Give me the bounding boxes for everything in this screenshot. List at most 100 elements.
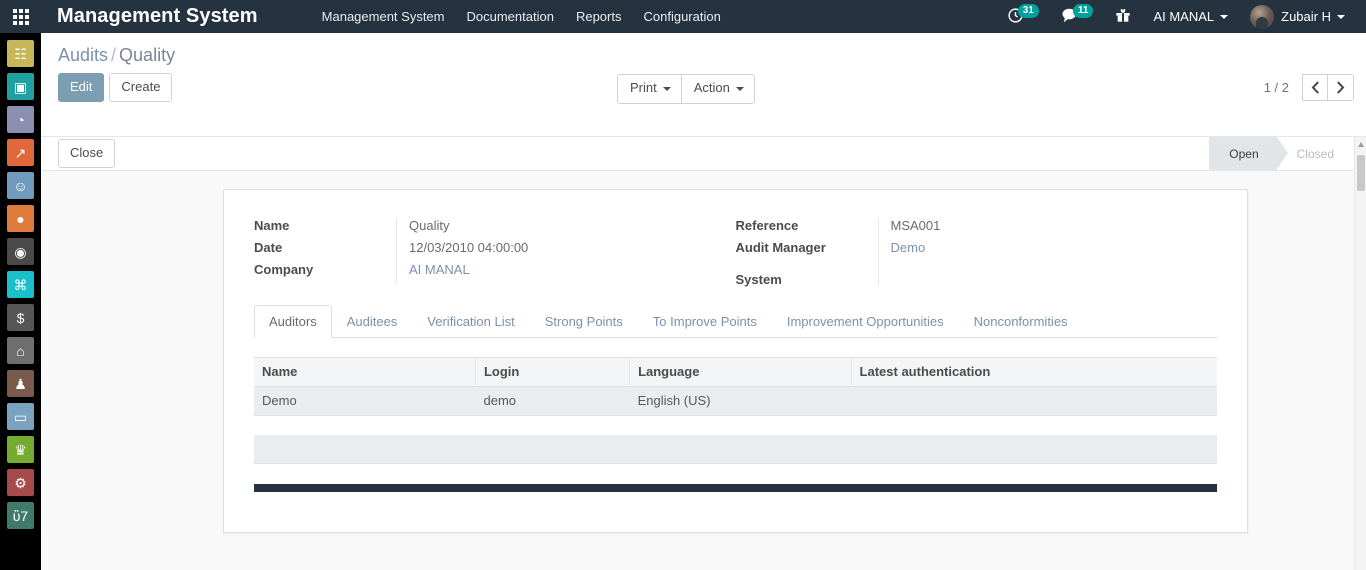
- field-date-label: Date: [254, 240, 283, 255]
- reporting-app-icon[interactable]: ↗: [7, 139, 34, 166]
- form-sheet: Name Quality Date 12/03/2010 04:00:00 Co…: [223, 189, 1248, 533]
- tab-verification-list[interactable]: Verification List: [412, 305, 529, 338]
- record-buttons: Edit Create: [58, 72, 173, 103]
- cell-empty[interactable]: [254, 435, 1217, 464]
- scroll-up-arrow-icon[interactable]: [1358, 142, 1364, 147]
- maintenance-app-icon[interactable]: ⚙: [7, 469, 34, 496]
- avatar: [1250, 4, 1275, 29]
- vertical-scrollbar[interactable]: [1354, 137, 1366, 570]
- status-stage-open[interactable]: Open: [1209, 137, 1289, 170]
- table-header-row: Name Login Language Latest authenticatio…: [254, 357, 1217, 387]
- top-navigation-bar: Management System Management System Docu…: [41, 0, 1366, 33]
- menu-item-configuration[interactable]: Configuration: [632, 2, 731, 31]
- recruitment-app-icon[interactable]: ♟: [7, 370, 34, 397]
- auditors-table-body: Demo demo English (US): [254, 386, 1217, 416]
- record-pager: 1 / 2: [1264, 74, 1354, 101]
- breadcrumb-separator: /: [111, 45, 117, 65]
- notes-app-icon[interactable]: ◉: [7, 238, 34, 265]
- close-button[interactable]: Close: [58, 138, 116, 169]
- fleet-app-icon[interactable]: ♛: [7, 436, 34, 463]
- field-company-value[interactable]: AI MANAL: [396, 262, 712, 284]
- discuss-app-icon[interactable]: ◔: [7, 106, 34, 133]
- menu-item-management-system[interactable]: Management System: [311, 2, 456, 31]
- auditors-table: Name Login Language Latest authenticatio…: [254, 357, 1217, 416]
- tab-nonconformities[interactable]: Nonconformities: [959, 305, 1083, 338]
- column-header-login[interactable]: Login: [474, 357, 630, 387]
- repair-app-icon[interactable]: ὒ7: [7, 502, 34, 529]
- status-bar: Open Closed: [1209, 137, 1352, 170]
- tab-strong-points[interactable]: Strong Points: [530, 305, 638, 338]
- app-brand-title[interactable]: Management System: [41, 5, 272, 28]
- cell-login[interactable]: demo: [475, 386, 630, 416]
- notebook: Auditors Auditees Verification List Stro…: [254, 305, 1217, 338]
- column-header-latest-authentication[interactable]: Latest authentication: [850, 357, 1217, 387]
- table-spacer: [254, 416, 1217, 435]
- glyph: ♟: [14, 375, 27, 392]
- create-button[interactable]: Create: [109, 72, 173, 103]
- breadcrumb: Audits / Quality: [41, 33, 1366, 66]
- quality-app-icon[interactable]: ⌘: [7, 271, 34, 298]
- pos-app-icon[interactable]: ⌂: [7, 337, 34, 364]
- pager-next-button[interactable]: [1328, 74, 1354, 101]
- table-row[interactable]: [254, 435, 1217, 464]
- field-audit-manager-value[interactable]: Demo: [877, 240, 1194, 262]
- chevron-left-icon: [1311, 81, 1319, 94]
- column-header-name[interactable]: Name: [254, 357, 476, 387]
- messages-menu[interactable]: 11: [1050, 3, 1105, 27]
- page-content: Audits / Quality Edit Create Print Action …: [41, 33, 1366, 570]
- accounting-app-icon[interactable]: ▭: [7, 403, 34, 430]
- cell-latest-authentication[interactable]: [851, 386, 1217, 416]
- contacts-app-icon[interactable]: ▣: [7, 73, 34, 100]
- field-system-value[interactable]: [877, 262, 1194, 284]
- helpdesk-app-icon[interactable]: ●: [7, 205, 34, 232]
- action-dropdown[interactable]: Action: [680, 74, 755, 104]
- company-switcher[interactable]: AI MANAL: [1142, 9, 1239, 24]
- auditors-table-head: Name Login Language Latest authenticatio…: [254, 357, 1217, 387]
- tab-to-improve-points[interactable]: To Improve Points: [638, 305, 772, 338]
- glyph: ☷: [14, 45, 27, 62]
- activities-menu[interactable]: 31: [996, 3, 1050, 27]
- print-dropdown[interactable]: Print: [617, 74, 682, 104]
- gift-menu[interactable]: [1104, 7, 1142, 26]
- glyph: ⌘: [13, 276, 28, 293]
- edit-button[interactable]: Edit: [58, 72, 105, 103]
- field-name-value[interactable]: Quality: [396, 218, 712, 240]
- form-status-row: Close Open Closed: [41, 137, 1366, 171]
- column-header-language[interactable]: Language: [629, 357, 852, 387]
- chevron-down-icon: [735, 86, 744, 91]
- menu-item-documentation[interactable]: Documentation: [456, 2, 565, 31]
- form-column-left: Name Quality Date 12/03/2010 04:00:00 Co…: [254, 218, 736, 284]
- breadcrumb-root[interactable]: Audits: [58, 45, 108, 65]
- cell-language[interactable]: English (US): [629, 386, 852, 416]
- tab-improvement-opportunities[interactable]: Improvement Opportunities: [772, 305, 959, 338]
- user-name-label: Zubair H: [1281, 9, 1331, 24]
- apps-grid-icon: [12, 8, 29, 25]
- main-menu: Management System Documentation Reports …: [311, 2, 732, 31]
- menu-item-reports[interactable]: Reports: [565, 2, 633, 31]
- employees-app-icon[interactable]: ☺: [7, 172, 34, 199]
- tab-auditors[interactable]: Auditors: [254, 305, 332, 338]
- pager-count: 1 / 2: [1263, 80, 1289, 95]
- glyph: $: [16, 309, 25, 326]
- tab-auditees[interactable]: Auditees: [332, 305, 413, 338]
- auditors-empty-rows: [254, 435, 1217, 464]
- chevron-down-icon: [1220, 14, 1229, 19]
- cell-name[interactable]: Demo: [254, 386, 476, 416]
- field-name-label: Name: [254, 218, 290, 233]
- systray: 31 11 AI MANAL Zubair H: [996, 3, 1366, 29]
- field-system-label: System: [735, 272, 782, 287]
- field-reference-value[interactable]: MSA001: [877, 218, 1194, 240]
- activities-count-badge: 31: [1017, 3, 1039, 18]
- scrollbar-thumb[interactable]: [1357, 155, 1365, 191]
- field-date-value[interactable]: 12/03/2010 04:00:00: [396, 240, 712, 262]
- table-row[interactable]: Demo demo English (US): [254, 386, 1217, 416]
- apps-menu-toggle[interactable]: [0, 0, 41, 33]
- action-label: Action: [693, 80, 730, 95]
- breadcrumb-current: Quality: [119, 45, 176, 65]
- calendar-app-icon[interactable]: ☷: [7, 40, 34, 67]
- status-stage-closed[interactable]: Closed: [1277, 137, 1352, 170]
- pager-previous-button[interactable]: [1302, 74, 1328, 101]
- user-menu[interactable]: Zubair H: [1239, 4, 1356, 29]
- payroll-app-icon[interactable]: $: [7, 304, 34, 331]
- auditors-list: Name Login Language Latest authenticatio…: [254, 357, 1217, 464]
